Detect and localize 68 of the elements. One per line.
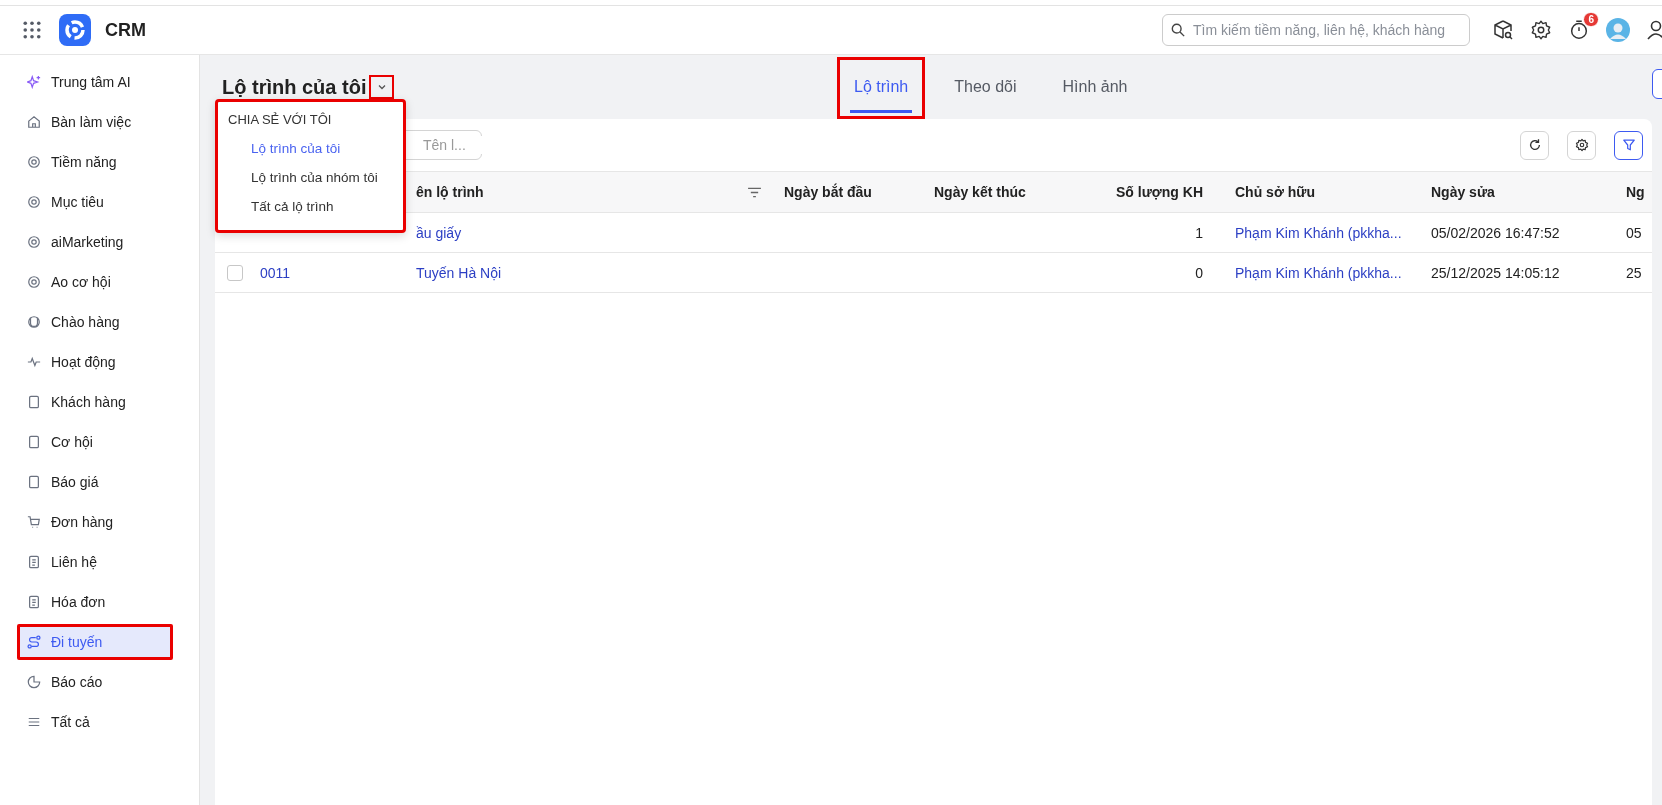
timer-icon[interactable] — [1568, 19, 1590, 41]
home-icon — [27, 115, 41, 129]
column-header: Ngày kết thúc — [934, 184, 1026, 200]
filter-icon — [1621, 138, 1636, 152]
table-cell: 25 — [1626, 264, 1642, 281]
app-title: CRM — [105, 19, 146, 41]
table-link[interactable]: 0011 — [260, 264, 291, 281]
sidebar-item[interactable]: aiMarketing — [17, 224, 173, 260]
sort-lines-icon[interactable] — [747, 186, 762, 198]
column-header: Chủ sở hữu — [1235, 184, 1315, 200]
refresh-icon — [1527, 138, 1542, 152]
menu-item[interactable]: Tất cả lộ trình — [218, 193, 403, 222]
column-header: ên lộ trình — [416, 184, 484, 200]
box-search-icon[interactable] — [1492, 19, 1514, 41]
table-cell: 25/12/2025 14:05:12 — [1431, 264, 1560, 281]
sidebar-item[interactable]: Đơn hàng — [17, 504, 173, 540]
sidebar-item[interactable]: Cơ hội — [17, 424, 173, 460]
settings-icon — [1574, 138, 1589, 152]
sidebar-item[interactable]: Mục tiêu — [17, 184, 173, 220]
search-icon — [1171, 23, 1185, 37]
notification-badge: 6 — [1583, 12, 1599, 27]
sidebar-item[interactable]: Báo cáo — [17, 664, 173, 700]
sidebar-item[interactable]: Tất cả — [17, 704, 173, 740]
receipt-icon — [27, 595, 41, 609]
pie-chart-icon — [27, 675, 41, 689]
table-link[interactable]: Phạm Kim Khánh (pkkha... — [1235, 224, 1402, 241]
menu-heading: CHIA SẺ VỚI TÔI — [227, 112, 333, 129]
view-dropdown-button[interactable] — [369, 75, 395, 99]
settings-button[interactable] — [1567, 130, 1596, 160]
sidebar-item[interactable]: Hóa đơn — [17, 584, 173, 620]
menu-item[interactable]: Lộ trình của nhóm tôi — [218, 164, 403, 193]
table-cell: 0 — [1195, 264, 1203, 281]
cart-icon — [27, 515, 41, 529]
row-checkbox[interactable] — [227, 264, 243, 281]
sidebar-item[interactable]: Trung tâm AI — [17, 64, 173, 100]
sidebar-item[interactable]: Đi tuyến — [17, 624, 173, 660]
table-cell: 1 — [1195, 224, 1203, 241]
route-icon — [27, 635, 41, 649]
table-cell: 05/02/2026 16:47:52 — [1431, 224, 1560, 241]
app-logo-icon — [59, 14, 91, 46]
settings-icon[interactable] — [1530, 19, 1552, 41]
sidebar-item[interactable]: Khách hàng — [17, 384, 173, 420]
sidebar-item[interactable]: Tiềm năng — [17, 144, 173, 180]
view-title: Lộ trình của tôi — [222, 75, 367, 99]
sidebar-item[interactable]: Liên hệ — [17, 544, 173, 580]
pulse-icon — [27, 355, 41, 369]
sparkle-icon — [27, 75, 41, 89]
sidebar-item[interactable]: Hoạt động — [17, 344, 173, 380]
table-link[interactable]: ầu giấy — [416, 224, 462, 241]
refresh-button[interactable] — [1520, 130, 1549, 160]
app-grid-icon[interactable] — [23, 21, 41, 39]
view-tab[interactable]: Theo dõi — [937, 57, 1034, 119]
sidebar-item[interactable]: Chào hàng — [17, 304, 173, 340]
sidebar-item[interactable]: Báo giá — [17, 464, 173, 500]
column-header: Ngày sửa — [1431, 184, 1495, 200]
table-cell: 05 — [1626, 224, 1642, 241]
sidebar-item[interactable]: Bàn làm việc — [17, 104, 173, 140]
menu-item[interactable]: Lộ trình của tôi — [218, 135, 403, 164]
view-tab[interactable]: Hình ảnh — [1045, 57, 1145, 119]
column-header: Ngày bắt đầu — [784, 184, 872, 200]
column-header: Số lượng KH — [1116, 184, 1203, 200]
menu-icon — [27, 715, 41, 729]
filter-button[interactable] — [1614, 130, 1643, 160]
table-link[interactable]: Phạm Kim Khánh (pkkha... — [1235, 264, 1402, 281]
table-link[interactable]: Tuyến Hà Nội — [416, 264, 502, 281]
column-header: Ng — [1626, 184, 1645, 200]
search-field[interactable]: Tìm kiếm tiềm năng, liên hệ, khách hàng — [1162, 14, 1470, 46]
sidebar-item[interactable]: Ao cơ hội — [17, 264, 173, 300]
